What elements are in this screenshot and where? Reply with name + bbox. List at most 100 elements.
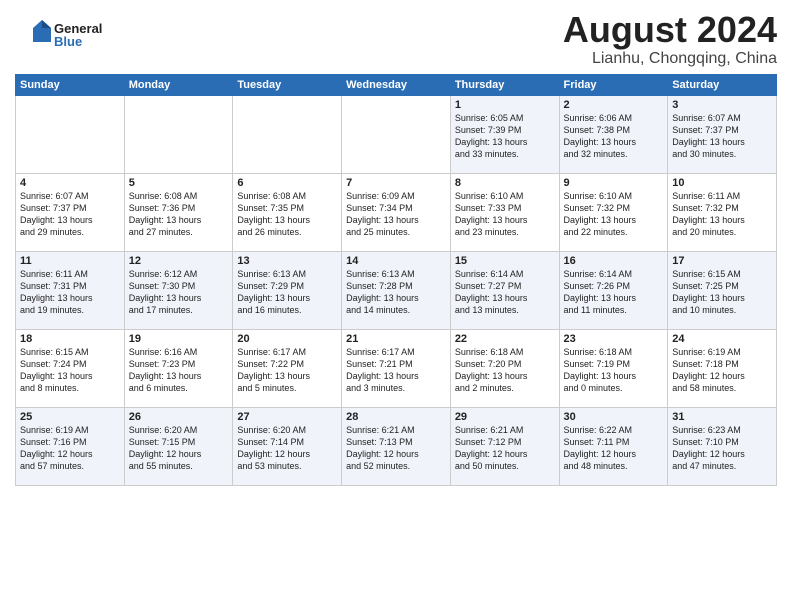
weekday-header-monday: Monday	[124, 74, 233, 95]
day-info: Sunrise: 6:05 AM Sunset: 7:39 PM Dayligh…	[455, 112, 555, 161]
day-number: 26	[129, 411, 229, 423]
day-info: Sunrise: 6:09 AM Sunset: 7:34 PM Dayligh…	[346, 190, 446, 239]
day-info: Sunrise: 6:13 AM Sunset: 7:28 PM Dayligh…	[346, 268, 446, 317]
logo: General Blue	[33, 22, 102, 48]
week-row-4: 18Sunrise: 6:15 AM Sunset: 7:24 PM Dayli…	[16, 329, 777, 407]
day-cell: 13Sunrise: 6:13 AM Sunset: 7:29 PM Dayli…	[233, 251, 342, 329]
day-info: Sunrise: 6:17 AM Sunset: 7:21 PM Dayligh…	[346, 346, 446, 395]
day-cell: 2Sunrise: 6:06 AM Sunset: 7:38 PM Daylig…	[559, 95, 668, 173]
day-cell: 22Sunrise: 6:18 AM Sunset: 7:20 PM Dayli…	[450, 329, 559, 407]
day-number: 13	[237, 255, 337, 267]
day-cell: 7Sunrise: 6:09 AM Sunset: 7:34 PM Daylig…	[342, 173, 451, 251]
day-cell	[233, 95, 342, 173]
week-row-1: 1Sunrise: 6:05 AM Sunset: 7:39 PM Daylig…	[16, 95, 777, 173]
calendar-table: SundayMondayTuesdayWednesdayThursdayFrid…	[15, 74, 777, 486]
day-info: Sunrise: 6:16 AM Sunset: 7:23 PM Dayligh…	[129, 346, 229, 395]
day-cell: 15Sunrise: 6:14 AM Sunset: 7:27 PM Dayli…	[450, 251, 559, 329]
logo-blue-text: Blue	[54, 35, 102, 48]
day-cell: 17Sunrise: 6:15 AM Sunset: 7:25 PM Dayli…	[668, 251, 777, 329]
day-info: Sunrise: 6:21 AM Sunset: 7:12 PM Dayligh…	[455, 424, 555, 473]
day-info: Sunrise: 6:08 AM Sunset: 7:36 PM Dayligh…	[129, 190, 229, 239]
day-info: Sunrise: 6:19 AM Sunset: 7:18 PM Dayligh…	[672, 346, 772, 395]
day-cell: 14Sunrise: 6:13 AM Sunset: 7:28 PM Dayli…	[342, 251, 451, 329]
day-cell: 11Sunrise: 6:11 AM Sunset: 7:31 PM Dayli…	[16, 251, 125, 329]
day-cell: 29Sunrise: 6:21 AM Sunset: 7:12 PM Dayli…	[450, 407, 559, 485]
day-number: 9	[564, 177, 664, 189]
day-info: Sunrise: 6:20 AM Sunset: 7:15 PM Dayligh…	[129, 424, 229, 473]
top-section: General Blue August 2024 Lianhu, Chongqi…	[15, 10, 777, 68]
week-row-5: 25Sunrise: 6:19 AM Sunset: 7:16 PM Dayli…	[16, 407, 777, 485]
day-info: Sunrise: 6:22 AM Sunset: 7:11 PM Dayligh…	[564, 424, 664, 473]
day-info: Sunrise: 6:14 AM Sunset: 7:26 PM Dayligh…	[564, 268, 664, 317]
day-number: 21	[346, 333, 446, 345]
weekday-header-saturday: Saturday	[668, 74, 777, 95]
day-info: Sunrise: 6:21 AM Sunset: 7:13 PM Dayligh…	[346, 424, 446, 473]
day-info: Sunrise: 6:18 AM Sunset: 7:19 PM Dayligh…	[564, 346, 664, 395]
day-cell: 21Sunrise: 6:17 AM Sunset: 7:21 PM Dayli…	[342, 329, 451, 407]
day-info: Sunrise: 6:15 AM Sunset: 7:24 PM Dayligh…	[20, 346, 120, 395]
day-info: Sunrise: 6:18 AM Sunset: 7:20 PM Dayligh…	[455, 346, 555, 395]
day-cell	[16, 95, 125, 173]
day-cell: 26Sunrise: 6:20 AM Sunset: 7:15 PM Dayli…	[124, 407, 233, 485]
day-number: 25	[20, 411, 120, 423]
day-info: Sunrise: 6:12 AM Sunset: 7:30 PM Dayligh…	[129, 268, 229, 317]
day-info: Sunrise: 6:14 AM Sunset: 7:27 PM Dayligh…	[455, 268, 555, 317]
day-number: 30	[564, 411, 664, 423]
day-cell: 6Sunrise: 6:08 AM Sunset: 7:35 PM Daylig…	[233, 173, 342, 251]
weekday-header-wednesday: Wednesday	[342, 74, 451, 95]
day-info: Sunrise: 6:07 AM Sunset: 7:37 PM Dayligh…	[672, 112, 772, 161]
month-title: August 2024	[15, 10, 777, 50]
weekday-header-tuesday: Tuesday	[233, 74, 342, 95]
day-cell: 3Sunrise: 6:07 AM Sunset: 7:37 PM Daylig…	[668, 95, 777, 173]
day-info: Sunrise: 6:17 AM Sunset: 7:22 PM Dayligh…	[237, 346, 337, 395]
day-cell: 9Sunrise: 6:10 AM Sunset: 7:32 PM Daylig…	[559, 173, 668, 251]
day-info: Sunrise: 6:06 AM Sunset: 7:38 PM Dayligh…	[564, 112, 664, 161]
day-cell	[124, 95, 233, 173]
day-cell: 28Sunrise: 6:21 AM Sunset: 7:13 PM Dayli…	[342, 407, 451, 485]
day-number: 6	[237, 177, 337, 189]
day-cell: 23Sunrise: 6:18 AM Sunset: 7:19 PM Dayli…	[559, 329, 668, 407]
day-number: 12	[129, 255, 229, 267]
day-cell: 19Sunrise: 6:16 AM Sunset: 7:23 PM Dayli…	[124, 329, 233, 407]
day-info: Sunrise: 6:08 AM Sunset: 7:35 PM Dayligh…	[237, 190, 337, 239]
day-number: 3	[672, 99, 772, 111]
day-cell: 31Sunrise: 6:23 AM Sunset: 7:10 PM Dayli…	[668, 407, 777, 485]
day-cell: 18Sunrise: 6:15 AM Sunset: 7:24 PM Dayli…	[16, 329, 125, 407]
day-number: 23	[564, 333, 664, 345]
calendar-body: 1Sunrise: 6:05 AM Sunset: 7:39 PM Daylig…	[16, 95, 777, 485]
day-number: 29	[455, 411, 555, 423]
day-cell: 10Sunrise: 6:11 AM Sunset: 7:32 PM Dayli…	[668, 173, 777, 251]
day-info: Sunrise: 6:13 AM Sunset: 7:29 PM Dayligh…	[237, 268, 337, 317]
day-number: 2	[564, 99, 664, 111]
day-cell: 20Sunrise: 6:17 AM Sunset: 7:22 PM Dayli…	[233, 329, 342, 407]
day-cell: 27Sunrise: 6:20 AM Sunset: 7:14 PM Dayli…	[233, 407, 342, 485]
day-info: Sunrise: 6:15 AM Sunset: 7:25 PM Dayligh…	[672, 268, 772, 317]
day-info: Sunrise: 6:10 AM Sunset: 7:32 PM Dayligh…	[564, 190, 664, 239]
day-number: 28	[346, 411, 446, 423]
day-info: Sunrise: 6:23 AM Sunset: 7:10 PM Dayligh…	[672, 424, 772, 473]
calendar-container: General Blue August 2024 Lianhu, Chongqi…	[0, 0, 792, 491]
weekday-header-thursday: Thursday	[450, 74, 559, 95]
day-number: 19	[129, 333, 229, 345]
day-number: 11	[20, 255, 120, 267]
day-number: 15	[455, 255, 555, 267]
day-number: 1	[455, 99, 555, 111]
day-cell: 4Sunrise: 6:07 AM Sunset: 7:37 PM Daylig…	[16, 173, 125, 251]
day-cell: 24Sunrise: 6:19 AM Sunset: 7:18 PM Dayli…	[668, 329, 777, 407]
day-number: 20	[237, 333, 337, 345]
weekday-header-sunday: Sunday	[16, 74, 125, 95]
day-cell: 12Sunrise: 6:12 AM Sunset: 7:30 PM Dayli…	[124, 251, 233, 329]
day-number: 14	[346, 255, 446, 267]
weekday-header-friday: Friday	[559, 74, 668, 95]
day-cell: 8Sunrise: 6:10 AM Sunset: 7:33 PM Daylig…	[450, 173, 559, 251]
day-number: 17	[672, 255, 772, 267]
week-row-3: 11Sunrise: 6:11 AM Sunset: 7:31 PM Dayli…	[16, 251, 777, 329]
day-info: Sunrise: 6:19 AM Sunset: 7:16 PM Dayligh…	[20, 424, 120, 473]
day-number: 10	[672, 177, 772, 189]
day-number: 4	[20, 177, 120, 189]
day-number: 8	[455, 177, 555, 189]
day-cell: 1Sunrise: 6:05 AM Sunset: 7:39 PM Daylig…	[450, 95, 559, 173]
location: Lianhu, Chongqing, China	[15, 50, 777, 68]
day-cell: 30Sunrise: 6:22 AM Sunset: 7:11 PM Dayli…	[559, 407, 668, 485]
day-info: Sunrise: 6:11 AM Sunset: 7:32 PM Dayligh…	[672, 190, 772, 239]
